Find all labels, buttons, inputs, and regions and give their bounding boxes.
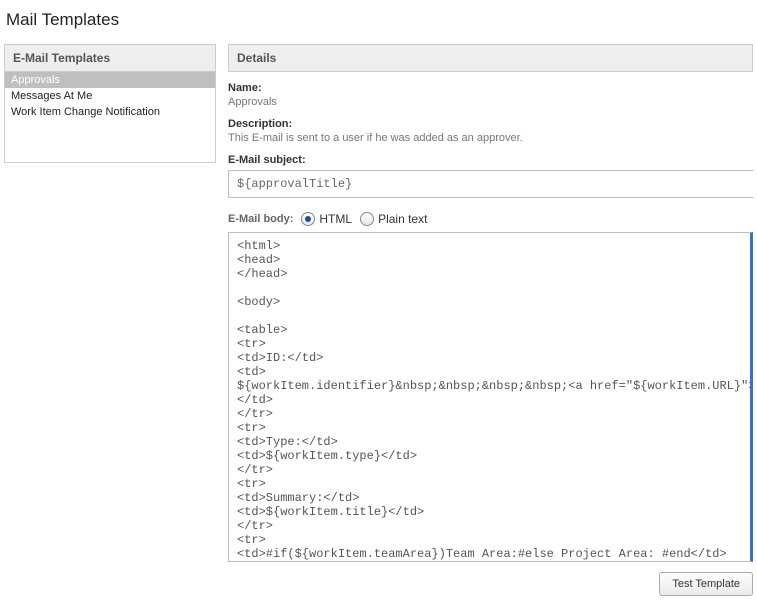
templates-panel: E-Mail Templates Approvals Messages At M… <box>4 44 216 163</box>
subject-input[interactable] <box>228 170 753 198</box>
format-plain-label: Plain text <box>378 212 427 226</box>
templates-panel-header: E-Mail Templates <box>5 45 215 72</box>
template-item-work-item-change[interactable]: Work Item Change Notification <box>5 104 215 120</box>
description-value: This E-mail is sent to a user if he was … <box>228 132 753 144</box>
body-format-row: E-Mail body: HTML Plain text <box>228 212 753 226</box>
main-columns: E-Mail Templates Approvals Messages At M… <box>4 44 753 596</box>
template-item-messages-at-me[interactable]: Messages At Me <box>5 88 215 104</box>
left-column: E-Mail Templates Approvals Messages At M… <box>4 44 216 163</box>
description-label: Description: <box>228 118 753 130</box>
test-template-button[interactable]: Test Template <box>659 572 753 596</box>
template-item-approvals[interactable]: Approvals <box>5 72 215 88</box>
subject-label: E-Mail subject: <box>228 154 753 166</box>
right-column: Details Name: Approvals Description: Thi… <box>228 44 753 596</box>
details-panel-header: Details <box>228 44 753 72</box>
button-row: Test Template <box>228 572 753 596</box>
radio-icon <box>360 212 374 226</box>
format-html-radio[interactable]: HTML <box>301 212 352 226</box>
radio-icon <box>301 212 315 226</box>
page-title: Mail Templates <box>6 10 753 30</box>
format-html-label: HTML <box>319 212 352 226</box>
format-plain-radio[interactable]: Plain text <box>360 212 427 226</box>
body-textarea[interactable] <box>228 232 753 562</box>
name-label: Name: <box>228 82 753 94</box>
name-value: Approvals <box>228 96 753 108</box>
body-label: E-Mail body: <box>228 213 293 225</box>
templates-listbox[interactable]: Approvals Messages At Me Work Item Chang… <box>5 72 215 162</box>
